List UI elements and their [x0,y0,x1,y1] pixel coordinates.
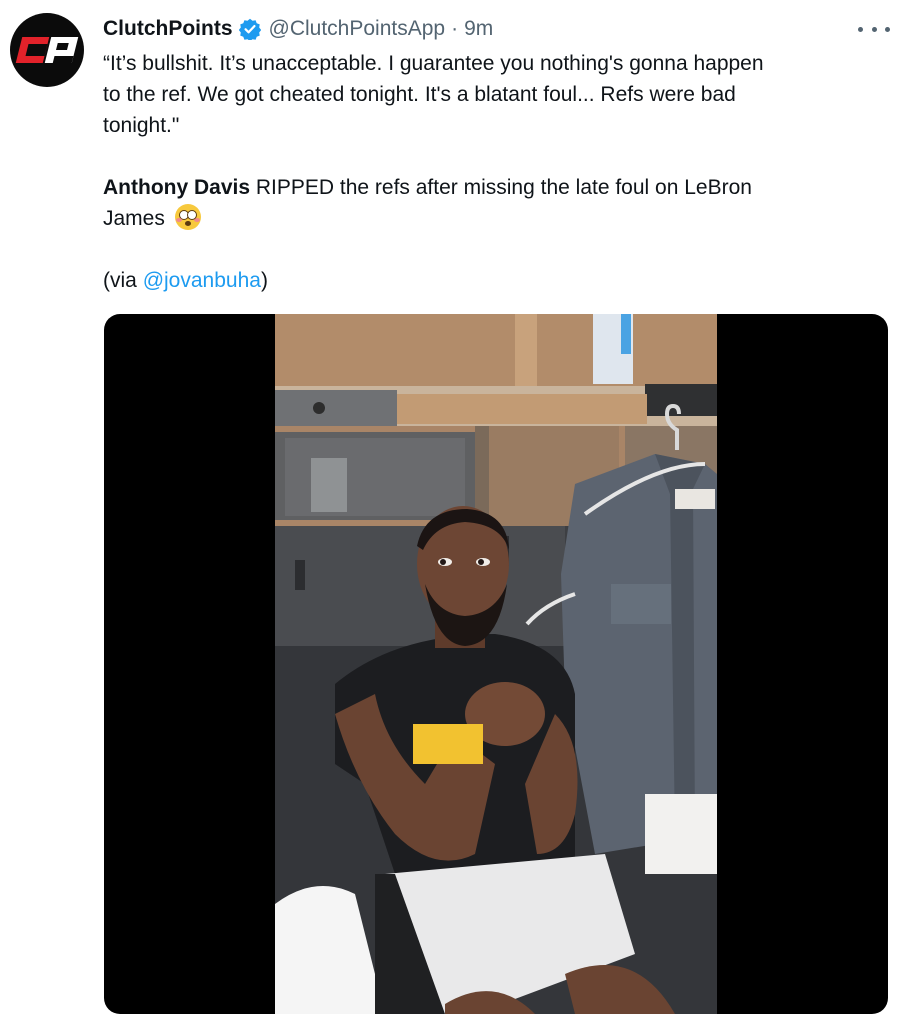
separator-dot: · [451,17,459,40]
video-frame [275,314,717,1014]
mention-link[interactable]: @jovanbuha [143,269,261,292]
avatar[interactable] [10,13,84,87]
description-text: James [103,207,171,230]
player-name: Anthony Davis [103,176,251,199]
tweet[interactable]: ClutchPoints @ClutchPointsApp · 9m “It’s… [0,0,901,1014]
clutchpoints-logo-icon [15,37,79,63]
via-line: (via @jovanbuha) [103,265,883,296]
description-line: Anthony Davis RIPPED the refs after miss… [103,172,883,203]
quote-line: “It’s bullshit. It’s unacceptable. I gua… [103,52,764,75]
tweet-header: ClutchPoints @ClutchPointsApp · 9m [103,14,493,44]
description-line: James [103,203,883,234]
verified-badge-icon [238,18,261,40]
author-handle[interactable]: @ClutchPointsApp [269,17,446,41]
flushed-face-emoji-icon [174,204,201,230]
author-display-name[interactable]: ClutchPoints [103,17,233,41]
quote-line: to the ref. We got cheated tonight. It's… [103,83,736,106]
via-suffix: ) [260,269,268,292]
locker-room-image [275,314,717,1014]
via-prefix: (via [103,269,143,292]
tweet-timestamp[interactable]: 9m [464,17,493,41]
quote-line: tonight." [103,114,180,137]
description-text: RIPPED the refs after missing the late f… [250,176,752,199]
tweet-video[interactable] [104,314,888,1014]
tweet-text: “It’s bullshit. It’s unacceptable. I gua… [103,48,883,296]
more-options-icon[interactable] [858,18,890,40]
